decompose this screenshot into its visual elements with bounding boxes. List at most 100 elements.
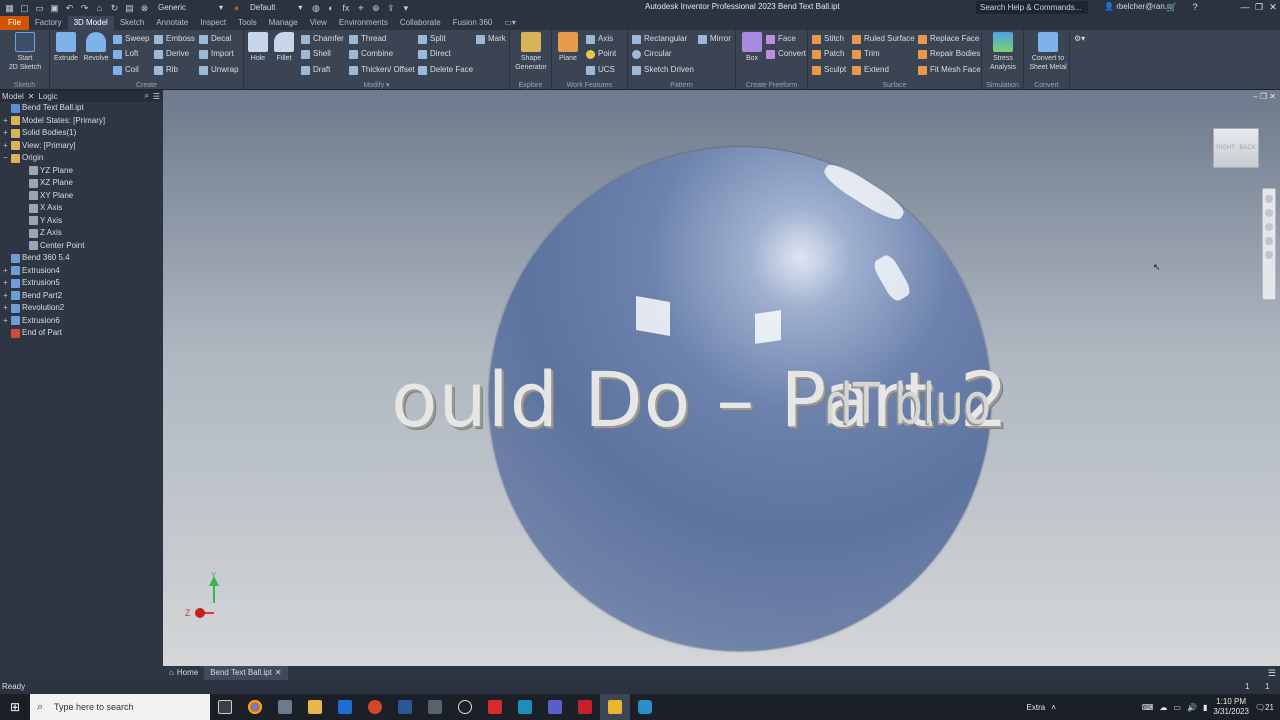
ucs-button[interactable]: UCS: [586, 64, 615, 76]
box-button[interactable]: Box: [740, 32, 764, 63]
home-icon[interactable]: ⌂: [94, 3, 105, 14]
start-sketch-button[interactable]: Start 2D Sketch: [4, 32, 46, 72]
browser-tree-item[interactable]: + Extrusion5: [2, 277, 60, 289]
look-at-icon[interactable]: [1265, 251, 1273, 259]
acrobat-icon[interactable]: [480, 694, 510, 720]
adjust-icon[interactable]: ◍: [310, 3, 321, 14]
cart-icon[interactable]: 🛒: [1165, 0, 1179, 14]
fx-icon[interactable]: fx: [340, 3, 351, 14]
delete-face-button[interactable]: Delete Face: [418, 64, 473, 76]
powerpoint-icon[interactable]: [360, 694, 390, 720]
appearance-dropdown[interactable]: Generic ▾: [154, 2, 228, 14]
app-menu-icon[interactable]: ▦: [4, 3, 15, 14]
split-button[interactable]: Split: [418, 33, 446, 45]
fusion-icon[interactable]: [630, 694, 660, 720]
word-icon[interactable]: [390, 694, 420, 720]
point-button[interactable]: Point: [586, 48, 616, 60]
home-tab[interactable]: ⌂ Home: [163, 666, 204, 680]
convert-button[interactable]: Convert: [766, 48, 806, 60]
revolve-button[interactable]: Revolve: [81, 32, 111, 63]
minimize-icon[interactable]: —: [1238, 0, 1252, 14]
notification-icon[interactable]: 🗨21: [1255, 703, 1274, 712]
color-icon[interactable]: ●: [231, 3, 242, 14]
share-icon[interactable]: ⇪: [385, 3, 396, 14]
undo-icon[interactable]: ↶: [64, 3, 75, 14]
expand-toggle-icon[interactable]: +: [2, 140, 9, 152]
axis-button[interactable]: Axis: [586, 33, 613, 45]
tray-chevron-icon[interactable]: ˄: [1051, 703, 1056, 712]
browser-tree-item[interactable]: YZ Plane: [20, 165, 73, 177]
browser-menu-icon[interactable]: ☰: [153, 92, 160, 101]
help-icon[interactable]: ?: [1188, 0, 1202, 14]
tab-fusion-360[interactable]: Fusion 360: [447, 16, 499, 30]
tab-environments[interactable]: Environments: [333, 16, 394, 30]
tab-view[interactable]: View: [304, 16, 333, 30]
close-model-tab-icon[interactable]: ✕: [28, 92, 35, 101]
task-view-icon[interactable]: [210, 694, 240, 720]
import-button[interactable]: Import: [199, 48, 234, 60]
expand-toggle-icon[interactable]: +: [2, 290, 9, 302]
browser-tree-item[interactable]: Bend 360 5.4: [2, 252, 70, 264]
onedrive-icon[interactable]: ☁: [1159, 703, 1167, 712]
panel-toggle-icon[interactable]: ▭▾: [498, 16, 522, 30]
browser-tree-item[interactable]: + Solid Bodies(1): [2, 127, 76, 139]
browser-tree-item[interactable]: End of Part: [2, 327, 62, 339]
snipping-tool-icon[interactable]: [420, 694, 450, 720]
thicken-offset-button[interactable]: Thicken/ Offset: [349, 64, 415, 76]
expand-toggle-icon[interactable]: +: [2, 277, 9, 289]
browser-search-icon[interactable]: ⌕: [144, 91, 148, 101]
close-tab-icon[interactable]: ✕: [275, 666, 282, 680]
measure-icon[interactable]: ⌖: [355, 3, 366, 14]
browser-tree-item[interactable]: + Extrusion4: [2, 265, 60, 277]
expand-toggle-icon[interactable]: +: [2, 302, 9, 314]
tab-tools[interactable]: Tools: [232, 16, 263, 30]
browser-tree-item[interactable]: XY Plane: [20, 190, 73, 202]
plane-button[interactable]: Plane: [556, 32, 580, 63]
browser-tree-item[interactable]: Y Axis: [20, 215, 62, 227]
repair-bodies-button[interactable]: Repair Bodies: [918, 48, 980, 60]
sculpt-button[interactable]: Sculpt: [812, 64, 846, 76]
ruled-surface-button[interactable]: Ruled Surface: [852, 33, 915, 45]
hole-button[interactable]: Hole: [246, 32, 270, 63]
chamfer-button[interactable]: Chamfer: [301, 33, 344, 45]
modify-panel-label[interactable]: Modify ▾: [244, 81, 509, 89]
file-explorer-icon[interactable]: [300, 694, 330, 720]
emboss-button[interactable]: Emboss: [154, 33, 195, 45]
derive-button[interactable]: Derive: [154, 48, 189, 60]
expand-toggle-icon[interactable]: −: [2, 152, 9, 164]
sketch-driven-button[interactable]: Sketch Driven: [632, 64, 694, 76]
expand-toggle-icon[interactable]: +: [2, 115, 9, 127]
shell-button[interactable]: Shell: [301, 48, 331, 60]
tab-menu-icon[interactable]: ☰: [1268, 668, 1276, 679]
tab-3d-model[interactable]: 3D Model: [67, 16, 114, 30]
direct-button[interactable]: Direct: [418, 48, 451, 60]
tab-sketch[interactable]: Sketch: [114, 16, 150, 30]
rib-button[interactable]: Rib: [154, 64, 178, 76]
browser-tree-item[interactable]: + Model States: [Primary]: [2, 115, 105, 127]
browser-tree-item[interactable]: + Bend Part2: [2, 290, 62, 302]
browser-tree-item[interactable]: + Revolution2: [2, 302, 64, 314]
tab-model[interactable]: Model: [2, 92, 24, 101]
tab-collaborate[interactable]: Collaborate: [394, 16, 447, 30]
chrome-icon[interactable]: [240, 694, 270, 720]
clear-icon[interactable]: ◐: [325, 3, 336, 14]
update-icon[interactable]: ↻: [109, 3, 120, 14]
rectangular-pattern-button[interactable]: Rectangular: [632, 33, 687, 45]
browser-tree-item[interactable]: − Origin: [2, 152, 43, 164]
expand-toggle-icon[interactable]: +: [2, 127, 9, 139]
close-icon[interactable]: ✕: [1266, 0, 1280, 14]
tab-file[interactable]: File: [0, 16, 29, 30]
patch-button[interactable]: Patch: [812, 48, 844, 60]
graphics-viewport[interactable]: ould Do – Part 2 ould Th RIGHT BACK Z Y ↖…: [163, 90, 1280, 666]
thread-button[interactable]: Thread: [349, 33, 386, 45]
new-icon[interactable]: ▢: [19, 3, 30, 14]
keyboard-icon[interactable]: ⌨: [1142, 703, 1154, 712]
customize-icon[interactable]: ▾: [400, 3, 411, 14]
user-account[interactable]: 👤 rbelcher@ran...: [1104, 2, 1171, 11]
browser-tree-item[interactable]: X Axis: [20, 202, 62, 214]
browser-tree-item[interactable]: XZ Plane: [20, 177, 73, 189]
fit-mesh-face-button[interactable]: Fit Mesh Face: [918, 64, 981, 76]
tab-manage[interactable]: Manage: [263, 16, 304, 30]
extend-button[interactable]: Extend: [852, 64, 889, 76]
browser-tree-item[interactable]: Z Axis: [20, 227, 62, 239]
